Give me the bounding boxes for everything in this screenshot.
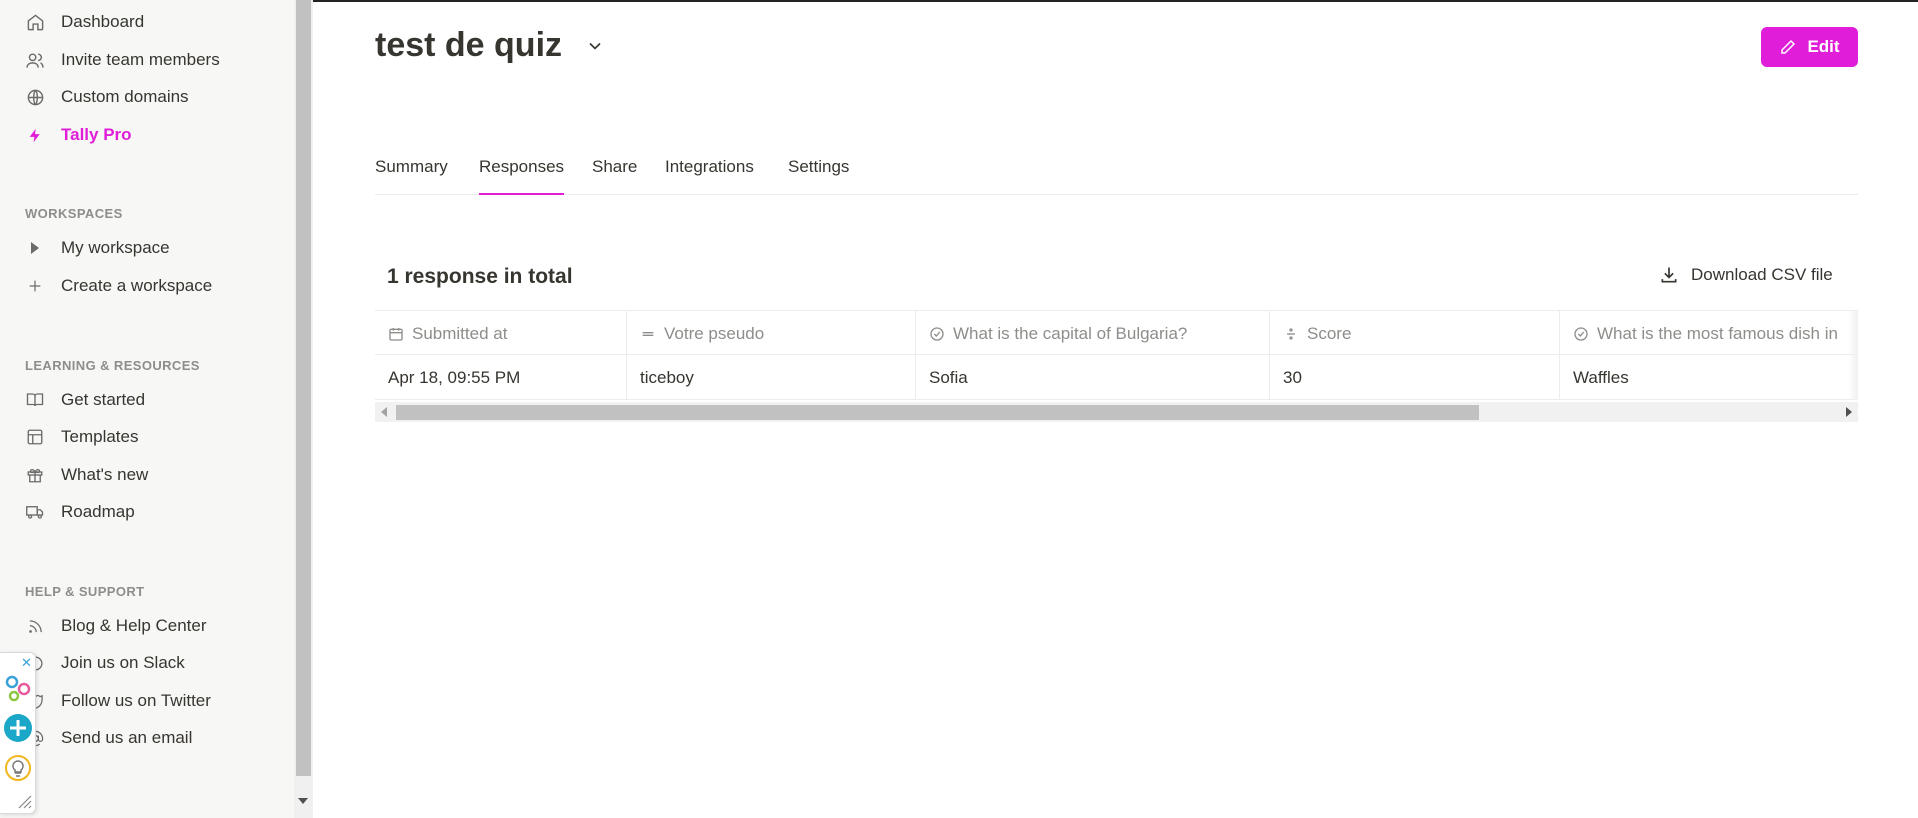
lightning-icon [24,124,46,146]
column-header[interactable]: What is the most famous dish in [1560,311,1858,356]
rss-icon [24,615,46,637]
check-circle-icon [1574,326,1588,341]
sidebar-item-label: Templates [61,427,139,446]
table-cell: ticeboy [627,355,916,400]
sidebar-item-label: Create a workspace [61,276,213,295]
table-cell: Waffles [1573,367,1629,387]
calendar-icon [389,327,403,341]
globe-icon [24,86,46,108]
sidebar-item-label: What's new [61,465,149,484]
caret-right-icon [24,237,46,259]
tab-responses[interactable]: Responses [479,157,565,195]
edit-button-label: Edit [1807,37,1840,56]
sidebar-item-label: Roadmap [61,502,135,521]
page-title: test de quiz [375,26,563,64]
table-header-row: Submitted at Votre pseudo What is the ca… [375,310,1858,356]
scroll-left-arrow-icon[interactable] [381,407,387,417]
sidebar-item-templates[interactable]: Templates [24,422,284,452]
gift-icon [24,464,46,486]
scroll-right-arrow-icon[interactable] [1846,407,1852,417]
users-icon [24,49,46,71]
section-title-help: HELP & SUPPORT [25,584,145,599]
download-csv-button[interactable]: Download CSV file [1659,265,1833,285]
section-title-learning: LEARNING & RESOURCES [25,358,200,373]
resize-handle-icon[interactable] [16,793,32,809]
floating-widget: ✕ [0,652,36,814]
sidebar-item-whats-new[interactable]: What's new [24,460,284,490]
sidebar-item-dashboard[interactable]: Dashboard [24,7,284,37]
table-scrollbar-thumb[interactable] [396,405,1479,420]
scroll-down-arrow-icon[interactable] [298,798,308,804]
chevron-down-icon[interactable] [585,36,605,56]
short-text-icon [642,331,654,336]
edit-button[interactable]: Edit [1761,27,1858,67]
download-icon [1661,267,1677,283]
response-count: 1 response in total [387,265,573,288]
sidebar-item-label: Dashboard [61,12,145,31]
sidebar-item-slack[interactable]: Join us on Slack [24,648,284,678]
book-icon [24,389,46,411]
sidebar-item-get-started[interactable]: Get started [24,385,284,415]
tab-bar: Summary Responses Share Integrations Set… [375,150,1858,195]
tab-integrations[interactable]: Integrations [665,157,754,195]
truck-icon [24,501,46,523]
table-fade-edge [1848,310,1858,400]
sidebar-item-invite[interactable]: Invite team members [24,45,284,75]
download-csv-label: Download CSV file [1691,265,1833,284]
top-divider [313,0,1918,2]
column-header[interactable]: Votre pseudo [627,311,916,356]
column-header[interactable]: Submitted at [375,311,627,356]
sidebar-item-label: Custom domains [61,87,189,106]
sidebar-item-label: My workspace [61,238,170,257]
tab-share[interactable]: Share [592,157,637,195]
sidebar-item-tally-pro[interactable]: Tally Pro [24,120,284,150]
sidebar-item-label: Join us on Slack [61,653,185,672]
lightbulb-icon[interactable] [3,753,33,783]
share-circles-icon[interactable] [3,673,33,703]
add-circle-icon[interactable] [3,713,33,743]
layout-icon [24,426,46,448]
sidebar-item-create-workspace[interactable]: Create a workspace [24,271,284,301]
sidebar-scrollbar-thumb[interactable] [296,0,311,776]
check-circle-icon [930,326,944,341]
home-icon [24,11,46,33]
sidebar-item-twitter[interactable]: Follow us on Twitter [24,686,284,716]
sidebar-item-email[interactable]: Send us an email [24,723,284,753]
sidebar-item-label: Get started [61,390,146,409]
pencil-icon [1781,39,1796,54]
sidebar-item-roadmap[interactable]: Roadmap [24,497,284,527]
table-cell: Apr 18, 09:55 PM [375,355,627,400]
table-cell: Sofia [916,355,1270,400]
sidebar-item-label: Blog & Help Center [61,616,207,635]
sidebar: Dashboard Invite team members Custom dom… [0,0,294,818]
plus-icon [24,275,46,297]
table-row[interactable]: Apr 18, 09:55 PM ticeboy Sofia 30 Waffle… [375,355,1858,400]
sidebar-item-blog[interactable]: Blog & Help Center [24,611,284,641]
calculator-icon [1287,327,1295,340]
sidebar-item-label: Send us an email [61,728,193,747]
table-cell: 30 [1270,355,1560,400]
sidebar-item-custom-domains[interactable]: Custom domains [24,82,284,112]
tab-summary[interactable]: Summary [375,157,448,195]
column-header[interactable]: Score [1270,311,1560,356]
tab-settings[interactable]: Settings [788,157,849,195]
column-header[interactable]: What is the capital of Bulgaria? [916,311,1270,356]
sidebar-item-label: Tally Pro [61,125,132,144]
sidebar-item-my-workspace[interactable]: My workspace [24,233,284,263]
close-icon[interactable]: ✕ [21,655,32,671]
sidebar-item-label: Invite team members [61,50,220,69]
sidebar-item-label: Follow us on Twitter [61,691,211,710]
section-title-workspaces: WORKSPACES [25,206,123,221]
